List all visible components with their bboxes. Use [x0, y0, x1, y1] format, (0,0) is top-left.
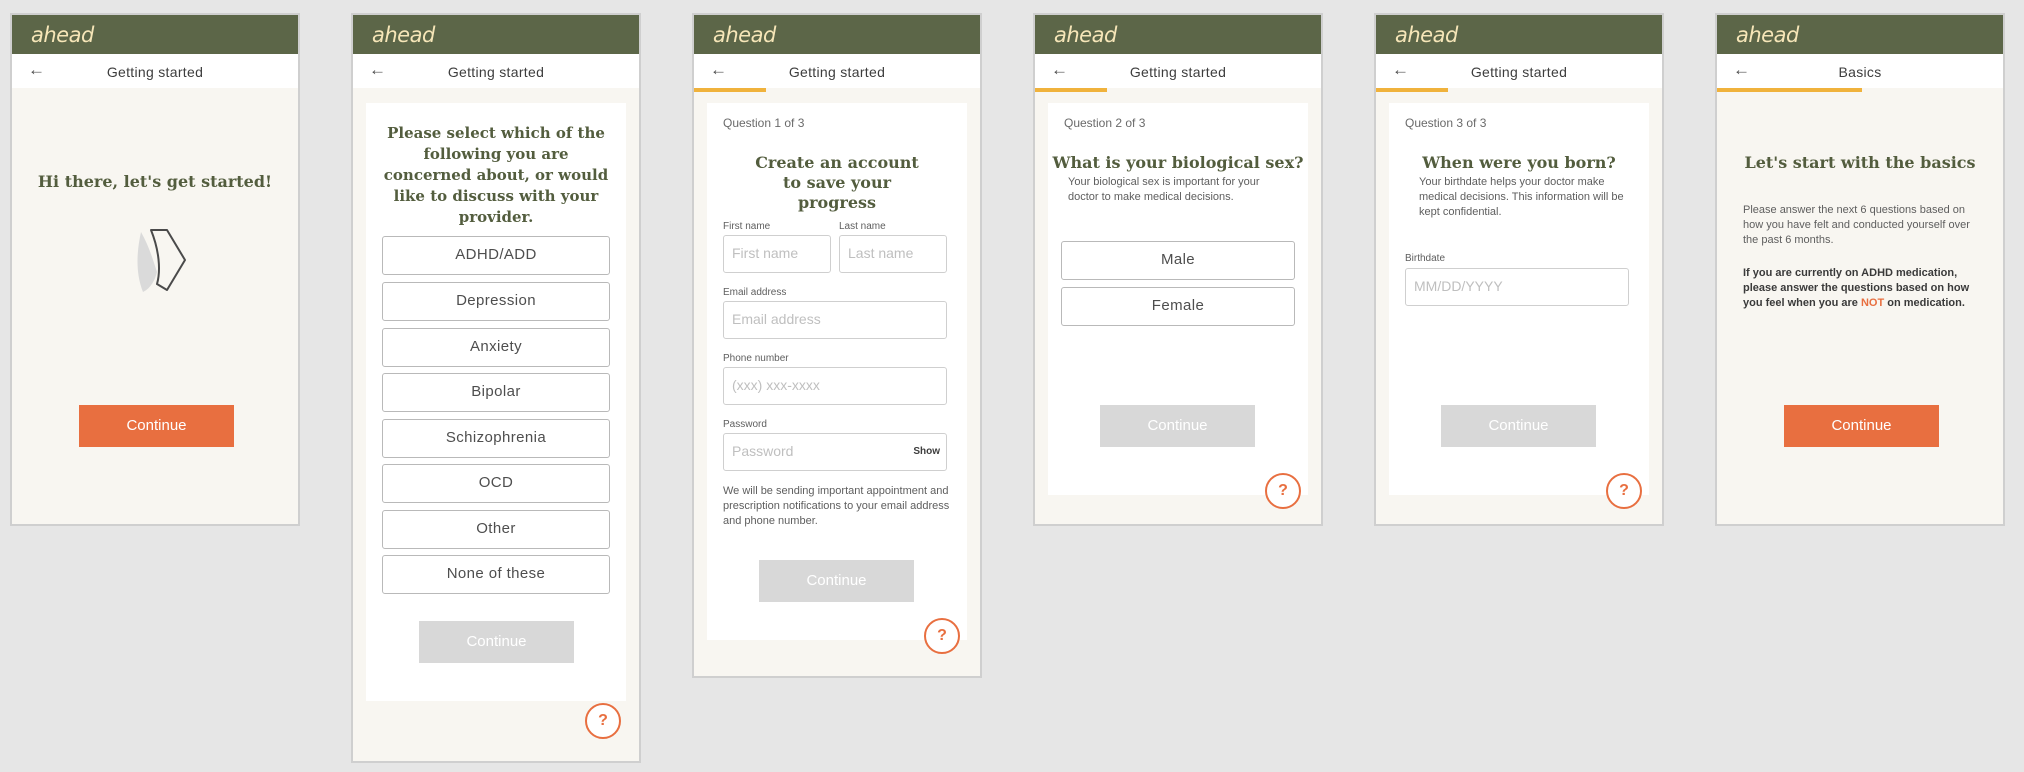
welcome-heading: Hi there, let's get started! [37, 172, 273, 191]
option-adhd[interactable]: ADHD/ADD [382, 236, 610, 275]
nav-bar: ← Basics [1717, 54, 2003, 92]
basics-heading: Let's start with the basics [1744, 153, 1976, 172]
concerns-card: Please select which of the following you… [366, 103, 626, 701]
illustration-icon [137, 229, 186, 292]
email-input[interactable]: Email address [723, 301, 947, 339]
nav-title: Getting started [1470, 64, 1568, 80]
help-icon[interactable]: ? [585, 703, 621, 739]
app-header: ahead [694, 15, 980, 54]
concerns-heading: Please select which of the following you… [383, 124, 609, 226]
phone-input[interactable]: (xxx) xxx-xxxx [723, 367, 947, 405]
logo: ahead [372, 23, 435, 47]
nav-title: Getting started [447, 64, 545, 80]
nav-bar: ← Getting started [1376, 54, 1662, 92]
progress-bar [694, 88, 766, 92]
sex-card: Question 2 of 3 What is your biological … [1048, 103, 1308, 495]
nav-bar: ← Getting started [1035, 54, 1321, 92]
birthdate-label: Birthdate [1405, 253, 1446, 264]
help-icon[interactable]: ? [1265, 473, 1301, 509]
first-name-input[interactable]: First name [723, 235, 831, 273]
option-bipolar[interactable]: Bipolar [382, 373, 610, 412]
question-number: Question 2 of 3 [1064, 116, 1146, 130]
basics-instructions: Please answer the next 6 questions based… [1743, 204, 1970, 246]
not-emphasis: NOT [1860, 297, 1885, 309]
nav-title: Getting started [1129, 64, 1227, 80]
progress-bar [1035, 88, 1107, 92]
logo: ahead [1736, 23, 1799, 47]
continue-button[interactable]: Continue [1784, 405, 1939, 447]
birthdate-heading: When were you born? [1422, 153, 1616, 172]
question-number: Question 3 of 3 [1405, 116, 1487, 130]
logo: ahead [1395, 23, 1458, 47]
birthdate-description: Your birthdate helps your doctor make me… [1419, 176, 1624, 218]
notification-notice: We will be sending important appointment… [723, 485, 950, 527]
option-anxiety[interactable]: Anxiety [382, 328, 610, 367]
logo: ahead [31, 23, 94, 47]
logo: ahead [1054, 23, 1117, 47]
phone-label: Phone number [723, 353, 789, 364]
app-header: ahead [12, 15, 298, 54]
account-card: Question 1 of 3 Create an account to sav… [707, 103, 967, 640]
sex-heading: What is your biological sex? [1052, 153, 1304, 172]
screen-welcome: ahead ← Getting started Hi there, let's … [10, 13, 300, 526]
medication-note-end: on medication. [1884, 297, 1965, 309]
option-other[interactable]: Other [382, 510, 610, 549]
help-icon[interactable]: ? [924, 618, 960, 654]
screen-birthdate: ahead ← Getting started Question 3 of 3 … [1374, 13, 1664, 526]
show-password-toggle[interactable]: Show [913, 434, 940, 469]
progress-bar [1717, 88, 1862, 92]
screen-concerns: ahead ← Getting started Please select wh… [351, 13, 641, 763]
nav-title: Getting started [788, 64, 886, 80]
nav-bar: ← Getting started [353, 54, 639, 88]
nav-bar: ← Getting started [694, 54, 980, 92]
app-header: ahead [1717, 15, 2003, 54]
birthdate-input[interactable]: MM/DD/YYYY [1405, 268, 1629, 306]
continue-button[interactable]: Continue [1441, 405, 1596, 447]
help-icon[interactable]: ? [1606, 473, 1642, 509]
continue-button[interactable]: Continue [1100, 405, 1255, 447]
screen-biological-sex: ahead ← Getting started Question 2 of 3 … [1033, 13, 1323, 526]
continue-button[interactable]: Continue [79, 405, 234, 447]
screen-create-account: ahead ← Getting started Question 1 of 3 … [692, 13, 982, 678]
logo: ahead [713, 23, 776, 47]
first-name-label: First name [723, 221, 771, 232]
screen-basics: ahead ← Basics Let's start with the basi… [1715, 13, 2005, 526]
password-label: Password [723, 419, 767, 430]
progress-bar [1376, 88, 1448, 92]
account-heading: Create an account to save your progress [755, 153, 919, 212]
password-input[interactable]: Password Show [723, 433, 947, 471]
option-ocd[interactable]: OCD [382, 464, 610, 503]
app-header: ahead [353, 15, 639, 54]
nav-bar: ← Getting started [12, 54, 298, 88]
nav-title: Basics [1838, 64, 1882, 80]
continue-button[interactable]: Continue [759, 560, 914, 602]
last-name-input[interactable]: Last name [839, 235, 947, 273]
birthdate-card: Question 3 of 3 When were you born? Your… [1389, 103, 1649, 495]
app-header: ahead [1376, 15, 1662, 54]
nav-title: Getting started [106, 64, 204, 80]
option-none[interactable]: None of these [382, 555, 610, 594]
option-schizophrenia[interactable]: Schizophrenia [382, 419, 610, 458]
email-label: Email address [723, 287, 787, 298]
continue-button[interactable]: Continue [419, 621, 574, 663]
question-number: Question 1 of 3 [723, 116, 805, 130]
sex-description: Your biological sex is important for you… [1068, 176, 1260, 203]
last-name-label: Last name [839, 221, 886, 232]
option-female[interactable]: Female [1061, 287, 1295, 326]
app-header: ahead [1035, 15, 1321, 54]
option-depression[interactable]: Depression [382, 282, 610, 321]
password-placeholder: Password [732, 443, 794, 459]
medication-note: If you are currently on ADHD medication,… [1743, 266, 1981, 311]
option-male[interactable]: Male [1061, 241, 1295, 280]
